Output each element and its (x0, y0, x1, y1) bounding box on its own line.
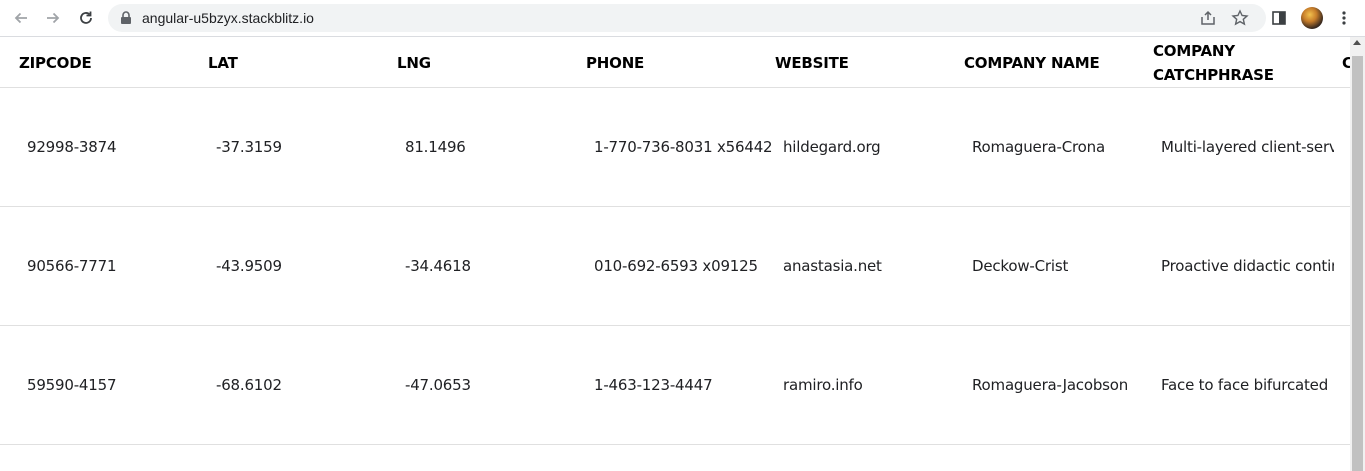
cell-lat: -68.6102 (216, 376, 282, 394)
menu-button[interactable] (1334, 8, 1354, 28)
forward-button[interactable] (43, 8, 63, 28)
table-header-row: ZIPCODE LAT LNG PHONE WEBSITE COMPANY NA… (0, 37, 1350, 88)
cell-catchphrase: Proactive didactic contin (1161, 257, 1334, 275)
share-icon (1201, 10, 1215, 25)
cell-website: hildegard.org (783, 138, 881, 156)
cell-phone: 010-692-6593 x09125 (594, 257, 758, 275)
kebab-menu-icon (1342, 11, 1346, 25)
header-next-column: C (1342, 54, 1350, 72)
header-lng: LNG (397, 54, 431, 72)
bookmark-button[interactable] (1230, 8, 1250, 28)
page-content: ZIPCODE LAT LNG PHONE WEBSITE COMPANY NA… (0, 37, 1350, 471)
cell-company-name: Romaguera-Jacobson (972, 376, 1129, 394)
cell-phone: 1-463-123-4447 (594, 376, 713, 394)
table-row: 59590-4157 -68.6102 -47.0653 1-463-123-4… (0, 326, 1350, 445)
table-row: 92998-3874 -37.3159 81.1496 1-770-736-80… (0, 88, 1350, 207)
lock-icon (121, 11, 131, 24)
cell-zipcode: 90566-7771 (27, 257, 117, 275)
header-zipcode: ZIPCODE (19, 54, 92, 72)
star-icon (1231, 9, 1249, 26)
cell-phone: 1-770-736-8031 x56442 (594, 138, 773, 156)
header-website: WEBSITE (775, 54, 849, 72)
share-button[interactable] (1198, 8, 1218, 28)
header-catchphrase-line2: CATCHPHRASE (1153, 66, 1274, 84)
header-company-name: COMPANY NAME (964, 54, 1100, 72)
header-catchphrase-line1: COMPANY (1153, 42, 1235, 60)
url-text: angular-u5bzyx.stackblitz.io (142, 10, 314, 26)
header-phone: PHONE (586, 54, 645, 72)
address-bar[interactable]: angular-u5bzyx.stackblitz.io (108, 4, 1266, 32)
side-panel-icon (1272, 11, 1286, 25)
reload-icon (80, 11, 92, 24)
header-lat: LAT (208, 54, 238, 72)
reload-button[interactable] (76, 8, 96, 28)
cell-lat: -37.3159 (216, 138, 282, 156)
cell-lat: -43.9509 (216, 257, 282, 275)
forward-arrow-icon (47, 12, 60, 24)
cell-lng: 81.1496 (405, 138, 466, 156)
back-arrow-icon (14, 12, 27, 24)
cell-company-name: Romaguera-Crona (972, 138, 1105, 156)
cell-catchphrase: Multi-layered client-serv (1161, 138, 1334, 156)
cell-company-name: Deckow-Crist (972, 257, 1069, 275)
cell-lng: -47.0653 (405, 376, 471, 394)
cell-catchphrase: Face to face bifurcated ir (1161, 376, 1334, 394)
side-panel-button[interactable] (1269, 8, 1289, 28)
browser-toolbar: angular-u5bzyx.stackblitz.io (0, 0, 1365, 37)
cell-zipcode: 92998-3874 (27, 138, 117, 156)
table-row: 90566-7771 -43.9509 -34.4618 010-692-659… (0, 207, 1350, 326)
cell-website: ramiro.info (783, 376, 863, 394)
cell-lng: -34.4618 (405, 257, 471, 275)
cell-website: anastasia.net (783, 257, 882, 275)
profile-avatar[interactable] (1301, 7, 1323, 29)
scrollbar-thumb[interactable] (1352, 56, 1363, 471)
cell-zipcode: 59590-4157 (27, 376, 117, 394)
scroll-up-arrow-icon[interactable] (1353, 40, 1361, 45)
back-button[interactable] (11, 8, 31, 28)
